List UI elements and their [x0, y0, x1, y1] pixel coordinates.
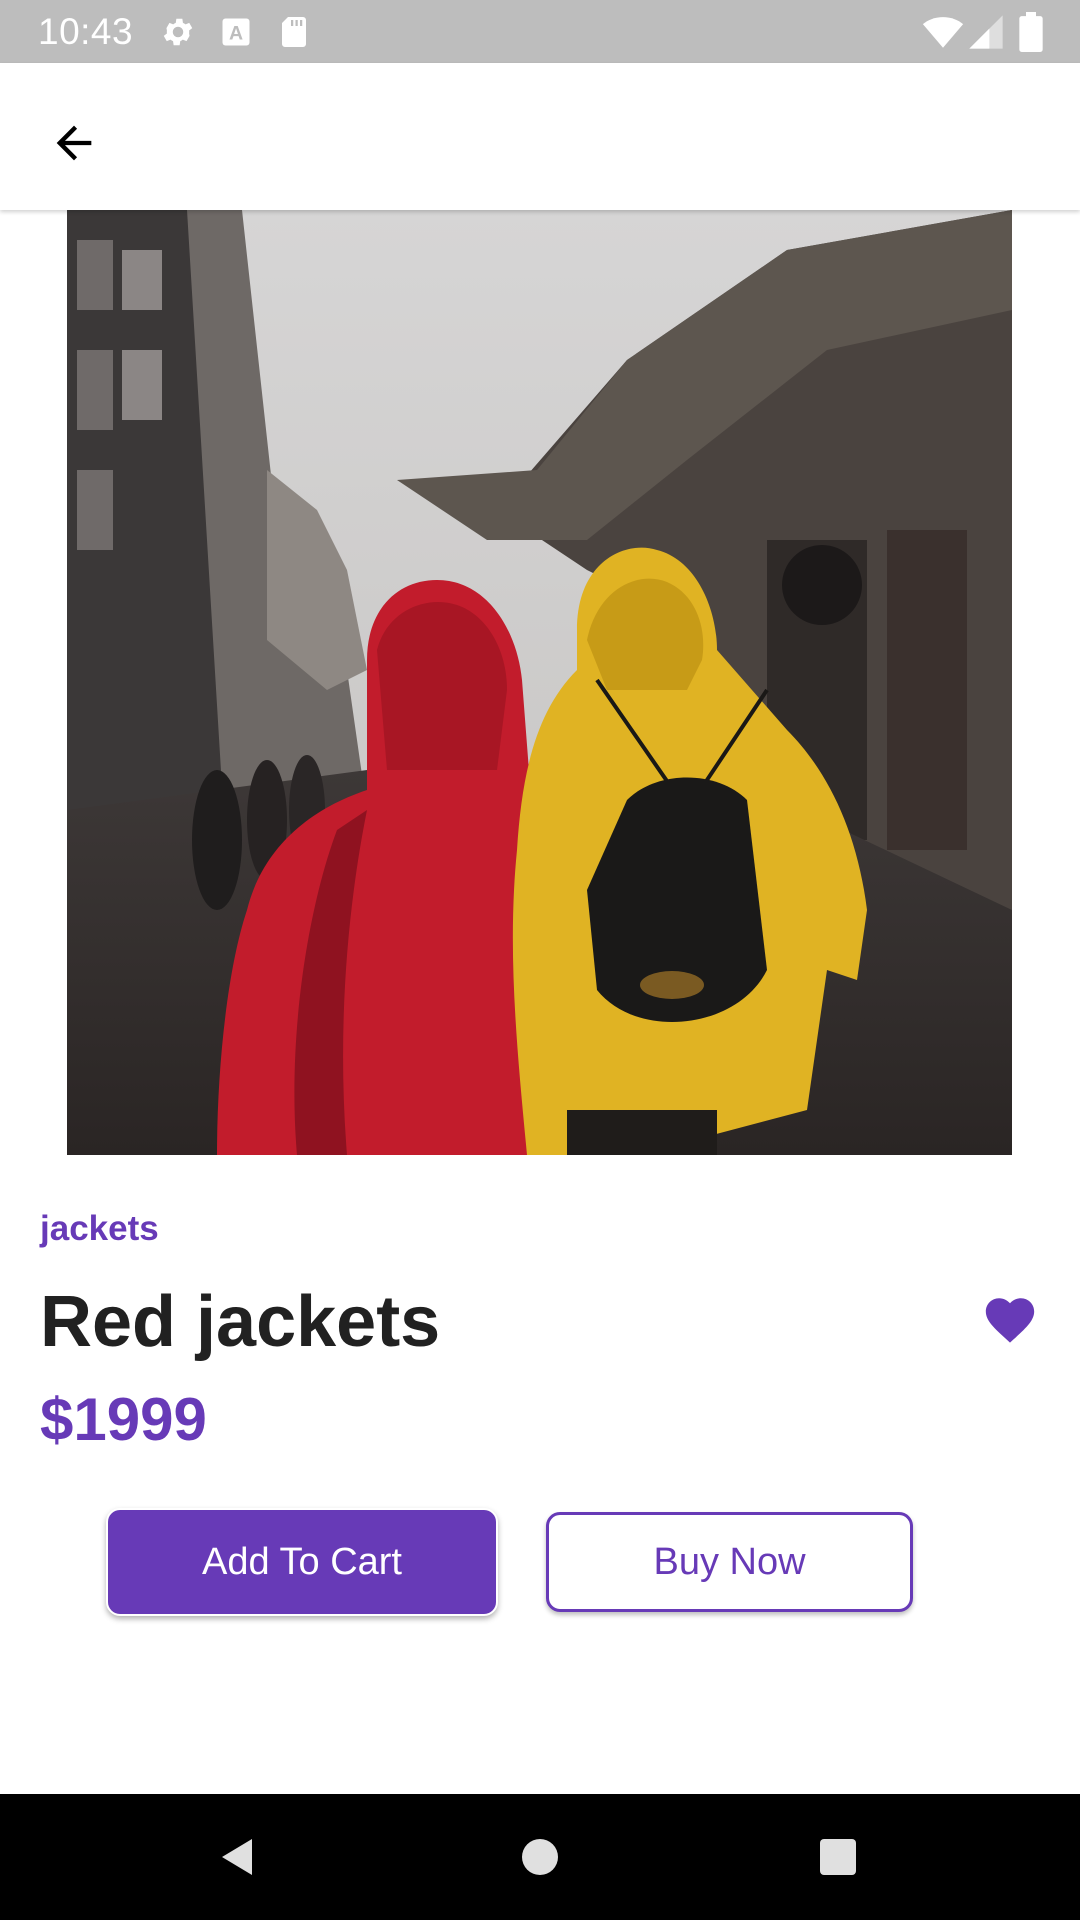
- heart-icon: [981, 1291, 1039, 1349]
- app-bar: [0, 63, 1080, 210]
- product-category: jackets: [40, 1209, 159, 1248]
- nav-recents-button[interactable]: [800, 1819, 876, 1895]
- add-to-cart-button[interactable]: Add To Cart: [106, 1508, 498, 1616]
- sd-card-icon: [276, 14, 312, 50]
- signal-icon: [966, 12, 1006, 52]
- nav-back-button[interactable]: [200, 1819, 276, 1895]
- nav-home-button[interactable]: [502, 1819, 578, 1895]
- battery-icon: [1016, 12, 1046, 52]
- buy-now-button[interactable]: Buy Now: [546, 1512, 913, 1612]
- a-box-icon: A: [218, 14, 254, 50]
- product-image: [67, 210, 1012, 1155]
- back-button[interactable]: [38, 107, 110, 179]
- status-bar: 10:43 A: [0, 0, 1080, 63]
- back-triangle-icon: [214, 1833, 262, 1881]
- svg-text:A: A: [229, 23, 243, 45]
- arrow-back-icon: [48, 117, 100, 169]
- recents-square-icon: [814, 1833, 862, 1881]
- product-title: Red jackets: [40, 1282, 441, 1362]
- navigation-bar: [0, 1794, 1080, 1920]
- favorite-button[interactable]: [975, 1285, 1045, 1355]
- home-circle-icon: [516, 1833, 564, 1881]
- product-price: $1999: [40, 1386, 207, 1453]
- gear-icon: [160, 14, 196, 50]
- wifi-icon: [922, 11, 964, 53]
- status-time: 10:43: [38, 11, 134, 52]
